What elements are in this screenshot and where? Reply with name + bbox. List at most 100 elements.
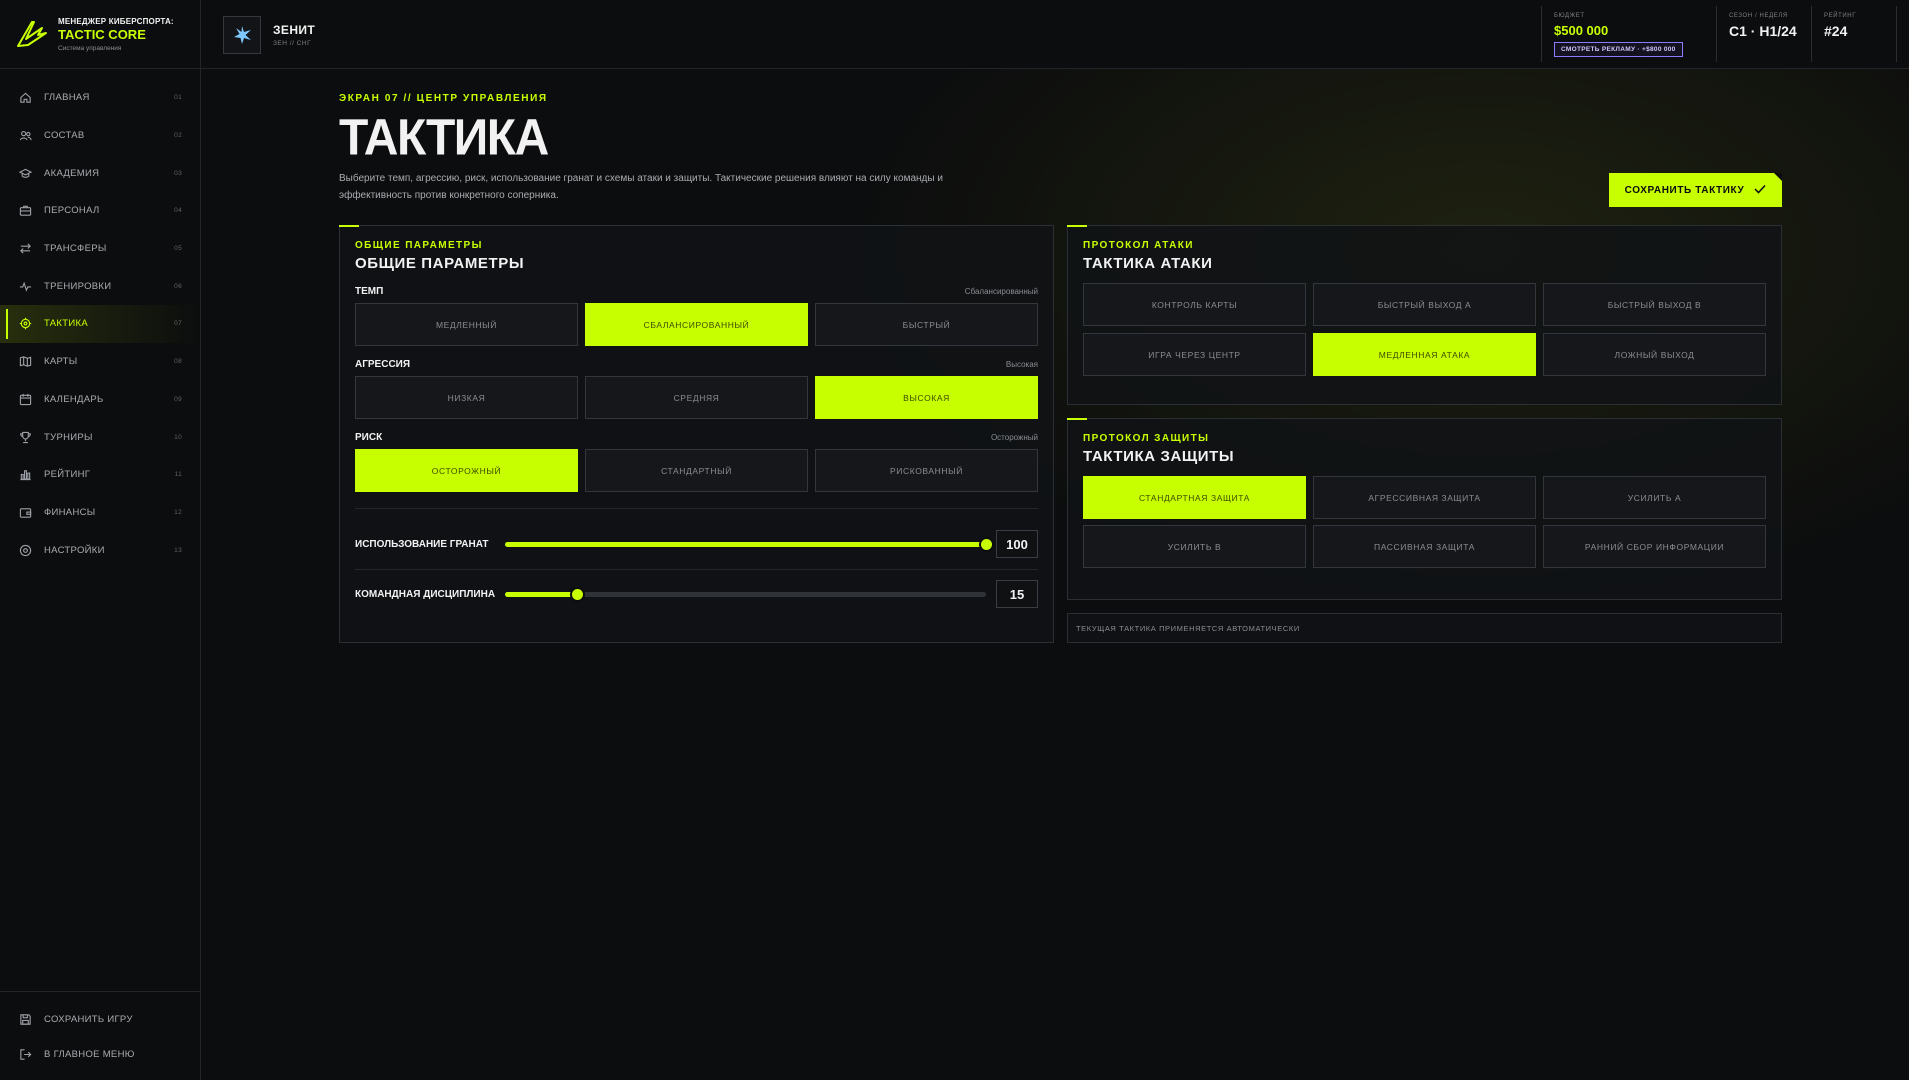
attack-option-fast-a[interactable]: БЫСТРЫЙ ВЫХОД А bbox=[1313, 283, 1536, 326]
attack-tactics-panel: ПРОТОКОЛ АТАКИ ТАКТИКА АТАКИ КОНТРОЛЬ КА… bbox=[1067, 225, 1782, 405]
nav-item-transfers[interactable]: ТРАНСФЕРЫ 05 bbox=[0, 230, 200, 268]
aggression-option-high[interactable]: ВЫСОКАЯ bbox=[815, 376, 1038, 419]
nav-number: 05 bbox=[174, 245, 182, 253]
nav-label: РЕЙТИНГ bbox=[44, 469, 91, 481]
panel-title: ТАКТИКА АТАКИ bbox=[1083, 255, 1213, 272]
save-tactic-button[interactable]: СОХРАНИТЬ ТАКТИКУ bbox=[1609, 173, 1782, 207]
nav-item-staff[interactable]: ПЕРСОНАЛ 04 bbox=[0, 192, 200, 230]
wallet-icon bbox=[18, 505, 32, 519]
attack-option-fast-b[interactable]: БЫСТРЫЙ ВЫХОД B bbox=[1543, 283, 1766, 326]
discipline-slider[interactable] bbox=[505, 588, 986, 600]
auto-apply-hint: ТЕКУЩАЯ ТАКТИКА ПРИМЕНЯЕТСЯ АВТОМАТИЧЕСК… bbox=[1067, 613, 1782, 643]
page-title: ТАКТИКА bbox=[339, 109, 549, 167]
tempo-option-slow[interactable]: МЕДЛЕННЫЙ bbox=[355, 303, 578, 346]
budget-label: БЮДЖЕТ bbox=[1554, 13, 1585, 19]
rating-value: #24 bbox=[1824, 23, 1848, 39]
nav-number: 10 bbox=[174, 433, 182, 441]
slider-fill bbox=[505, 591, 578, 597]
risk-option-cautious[interactable]: ОСТОРОЖНЫЙ bbox=[355, 449, 578, 492]
tactic-core-logo-icon bbox=[16, 19, 48, 49]
nav-label: СОСТАВ bbox=[44, 130, 85, 142]
logout-icon bbox=[18, 1048, 32, 1062]
nav-number: 01 bbox=[174, 94, 182, 102]
bar-chart-icon bbox=[18, 468, 32, 482]
nav-label: НАСТРОЙКИ bbox=[44, 544, 105, 556]
watch-ad-button[interactable]: СМОТРЕТЬ РЕКЛАМУ · +$800 000 bbox=[1554, 42, 1683, 57]
tactics-screen: ЭКРАН 07 // ЦЕНТР УПРАВЛЕНИЯ ТАКТИКА Выб… bbox=[339, 69, 1782, 643]
nav-item-tactics[interactable]: ТАКТИКА 07 bbox=[0, 305, 200, 343]
attack-options: КОНТРОЛЬ КАРТЫ БЫСТРЫЙ ВЫХОД А БЫСТРЫЙ В… bbox=[1083, 283, 1766, 376]
panel-eyebrow: ОБЩИЕ ПАРАМЕТРЫ bbox=[355, 240, 483, 251]
defense-option-aggressive[interactable]: АГРЕССИВНАЯ ЗАЩИТА bbox=[1313, 476, 1536, 519]
calendar-icon bbox=[18, 392, 32, 406]
rating-stat: РЕЙТИНГ #24 bbox=[1811, 6, 1896, 62]
save-icon bbox=[18, 1013, 32, 1027]
nav-item-training[interactable]: ТРЕНИРОВКИ 06 bbox=[0, 267, 200, 305]
defense-option-stack-b[interactable]: УСИЛИТЬ B bbox=[1083, 525, 1306, 568]
save-game-button[interactable]: СОХРАНИТЬ ИГРУ bbox=[0, 1002, 200, 1037]
nav-number: 08 bbox=[174, 358, 182, 366]
nav-item-settings[interactable]: НАСТРОЙКИ 13 bbox=[0, 531, 200, 569]
risk-option-risky[interactable]: РИСКОВАННЫЙ bbox=[815, 449, 1038, 492]
general-params-panel: ОБЩИЕ ПАРАМЕТРЫ ОБЩИЕ ПАРАМЕТРЫ ТЕМП Сба… bbox=[339, 225, 1054, 643]
aggression-option-medium[interactable]: СРЕДНЯЯ bbox=[585, 376, 808, 419]
users-icon bbox=[18, 129, 32, 143]
brand-name: TACTIC CORE bbox=[58, 26, 146, 42]
nav-label: В ГЛАВНОЕ МЕНЮ bbox=[44, 1049, 135, 1060]
nav-label: АКАДЕМИЯ bbox=[44, 167, 100, 179]
trophy-icon bbox=[18, 430, 32, 444]
risk-option-standard[interactable]: СТАНДАРТНЫЙ bbox=[585, 449, 808, 492]
panel-eyebrow: ПРОТОКОЛ ЗАЩИТЫ bbox=[1083, 433, 1210, 444]
map-icon bbox=[18, 355, 32, 369]
nav-label: СОХРАНИТЬ ИГРУ bbox=[44, 1014, 133, 1025]
nav-item-finance[interactable]: ФИНАНСЫ 12 bbox=[0, 494, 200, 532]
grenades-value[interactable]: 100 bbox=[996, 530, 1038, 558]
nav-number: 06 bbox=[174, 282, 182, 290]
season-label: СЕЗОН / НЕДЕЛЯ bbox=[1729, 13, 1788, 19]
slider-thumb[interactable] bbox=[980, 538, 992, 550]
budget-stat: БЮДЖЕТ $500 000 СМОТРЕТЬ РЕКЛАМУ · +$800… bbox=[1541, 6, 1711, 62]
nav-item-maps[interactable]: КАРТЫ 08 bbox=[0, 343, 200, 381]
nav-number: 04 bbox=[174, 207, 182, 215]
discipline-value[interactable]: 15 bbox=[996, 580, 1038, 608]
grenades-slider[interactable] bbox=[505, 538, 992, 550]
swap-arrows-icon bbox=[18, 242, 32, 256]
nav-label: КАРТЫ bbox=[44, 356, 78, 368]
nav-item-rating[interactable]: РЕЙТИНГ 11 bbox=[0, 456, 200, 494]
divider bbox=[355, 508, 1038, 509]
attack-option-mid-play[interactable]: ИГРА ЧЕРЕЗ ЦЕНТР bbox=[1083, 333, 1306, 376]
aggression-label: АГРЕССИЯ bbox=[355, 359, 411, 370]
nav-item-academy[interactable]: АКАДЕМИЯ 03 bbox=[0, 154, 200, 192]
screen-eyebrow: ЭКРАН 07 // ЦЕНТР УПРАВЛЕНИЯ bbox=[339, 93, 548, 104]
defense-option-standard[interactable]: СТАНДАРТНАЯ ЗАЩИТА bbox=[1083, 476, 1306, 519]
tempo-option-balanced[interactable]: СБАЛАНСИРОВАННЫЙ bbox=[585, 303, 808, 346]
team-region: ЗЕН // СНГ bbox=[273, 40, 312, 47]
aggression-option-low[interactable]: НИЗКАЯ bbox=[355, 376, 578, 419]
nav-item-home[interactable]: ГЛАВНАЯ 01 bbox=[0, 79, 200, 117]
nav-item-tournaments[interactable]: ТУРНИРЫ 10 bbox=[0, 418, 200, 456]
attack-option-map-control[interactable]: КОНТРОЛЬ КАРТЫ bbox=[1083, 283, 1306, 326]
attack-option-slow[interactable]: МЕДЛЕННАЯ АТАКА bbox=[1313, 333, 1536, 376]
tempo-option-fast[interactable]: БЫСТРЫЙ bbox=[815, 303, 1038, 346]
attack-option-fake[interactable]: ЛОЖНЫЙ ВЫХОД bbox=[1543, 333, 1766, 376]
nav-item-calendar[interactable]: КАЛЕНДАРЬ 09 bbox=[0, 381, 200, 419]
tempo-value: Сбалансированный bbox=[964, 287, 1038, 296]
defense-option-stack-a[interactable]: УСИЛИТЬ А bbox=[1543, 476, 1766, 519]
team-info: ЗЕНИТ ЗЕН // СНГ bbox=[223, 16, 315, 54]
nav-label: ТРАНСФЕРЫ bbox=[44, 243, 107, 255]
tempo-options: МЕДЛЕННЫЙ СБАЛАНСИРОВАННЫЙ БЫСТРЫЙ bbox=[355, 303, 1038, 346]
tempo-label: ТЕМП bbox=[355, 286, 384, 297]
main-nav: ГЛАВНАЯ 01 СОСТАВ 02 АКАДЕМИЯ 03 ПЕРСОНА… bbox=[0, 79, 200, 569]
nav-number: 11 bbox=[174, 471, 182, 479]
nav-number: 12 bbox=[174, 508, 182, 516]
slider-thumb[interactable] bbox=[571, 588, 583, 600]
defense-option-passive[interactable]: ПАССИВНАЯ ЗАЩИТА bbox=[1313, 525, 1536, 568]
grenades-slider-row: ИСПОЛЬЗОВАНИЕ ГРАНАТ 100 bbox=[355, 529, 1038, 559]
nav-item-roster[interactable]: СОСТАВ 02 bbox=[0, 117, 200, 155]
check-icon bbox=[1754, 184, 1766, 197]
page-description: Выберите темп, агрессию, риск, использов… bbox=[339, 173, 943, 201]
defense-option-early-info[interactable]: РАННИЙ СБОР ИНФОРМАЦИИ bbox=[1543, 525, 1766, 568]
main-menu-button[interactable]: В ГЛАВНОЕ МЕНЮ bbox=[0, 1037, 200, 1072]
risk-label: РИСК bbox=[355, 432, 383, 443]
nav-label: ТУРНИРЫ bbox=[44, 431, 93, 443]
